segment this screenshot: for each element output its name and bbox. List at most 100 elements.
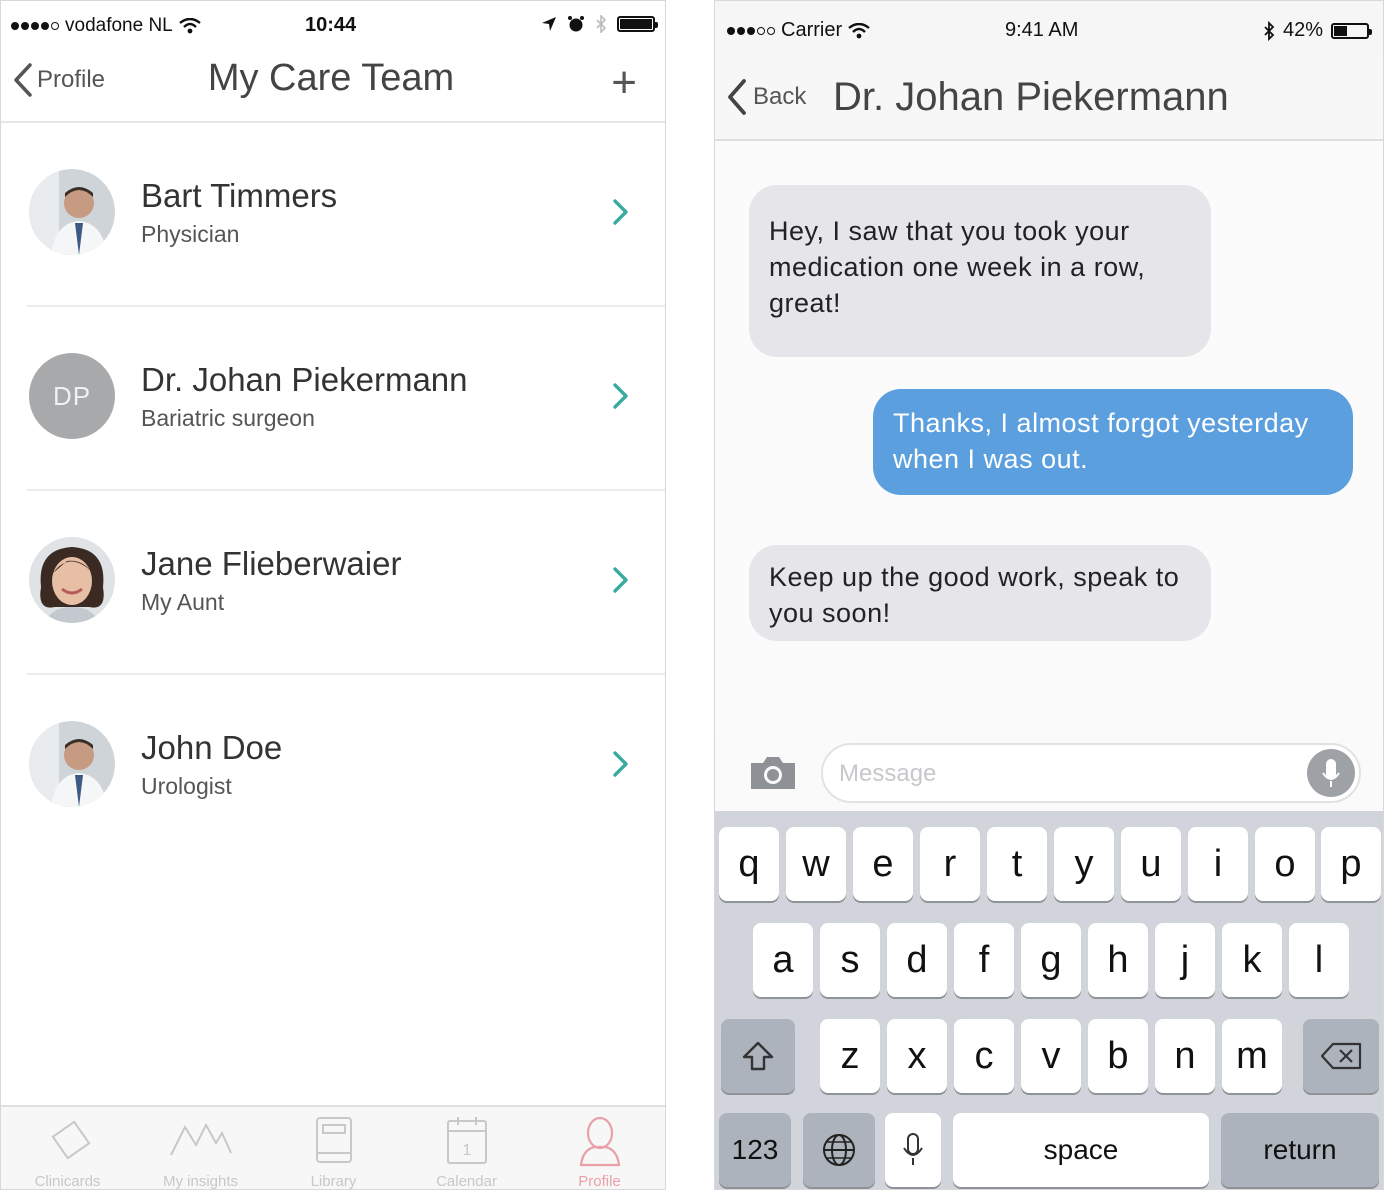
carrier-name: vodafone NL bbox=[65, 15, 173, 36]
status-right-icons: 42% bbox=[1263, 19, 1372, 42]
back-button-label: Back bbox=[753, 83, 807, 110]
battery-icon bbox=[1331, 22, 1372, 39]
contact-name: Dr. Johan Piekermann bbox=[141, 361, 468, 398]
chat-screen: Carrier 9:41 AM 42% Back Dr. Johan Pieke… bbox=[714, 0, 1384, 1190]
key-l[interactable]: l bbox=[1289, 923, 1349, 997]
contact-row-bart-timmers[interactable]: Bart Timmers Physician bbox=[1, 123, 665, 307]
key-q[interactable]: q bbox=[719, 827, 779, 901]
care-team-screen: vodafone NL 10:44 Profile My Care Team + bbox=[0, 0, 666, 1190]
tab-library[interactable]: Library bbox=[267, 1107, 400, 1189]
numbers-key[interactable]: 123 bbox=[719, 1113, 791, 1187]
globe-key[interactable] bbox=[803, 1113, 875, 1187]
key-u[interactable]: u bbox=[1121, 827, 1181, 901]
avatar bbox=[29, 721, 115, 807]
key-t[interactable]: t bbox=[987, 827, 1047, 901]
key-y[interactable]: y bbox=[1054, 827, 1114, 901]
person-icon bbox=[579, 1116, 620, 1167]
shift-key[interactable] bbox=[721, 1019, 795, 1093]
contact-name: Bart Timmers bbox=[141, 177, 338, 214]
tab-label: My insights bbox=[162, 1173, 239, 1190]
status-bar: vodafone NL 10:44 bbox=[1, 1, 665, 47]
message-input[interactable] bbox=[839, 757, 1279, 791]
chevron-right-icon bbox=[613, 567, 628, 593]
key-i[interactable]: i bbox=[1188, 827, 1248, 901]
key-h[interactable]: h bbox=[1088, 923, 1148, 997]
tab-profile[interactable]: Profile bbox=[533, 1107, 665, 1189]
wifi-icon bbox=[848, 22, 870, 38]
contact-role: Physician bbox=[141, 221, 240, 247]
delete-key[interactable] bbox=[1303, 1019, 1379, 1093]
wifi-icon bbox=[179, 18, 201, 34]
tab-label: Calendar bbox=[436, 1173, 497, 1190]
carrier-name: Carrier bbox=[781, 19, 843, 41]
navigation-bar: Back Dr. Johan Piekermann bbox=[715, 53, 1383, 141]
globe-icon bbox=[823, 1134, 855, 1166]
book-icon bbox=[315, 1117, 352, 1163]
key-o[interactable]: o bbox=[1255, 827, 1315, 901]
key-g[interactable]: g bbox=[1021, 923, 1081, 997]
carrier-info: vodafone NL bbox=[11, 15, 201, 37]
carrier-info: Carrier bbox=[727, 19, 870, 42]
signal-strength-icon bbox=[11, 22, 59, 30]
back-button[interactable]: Back bbox=[727, 79, 806, 115]
status-time: 9:41 AM bbox=[1005, 19, 1079, 41]
navigation-bar: Profile My Care Team + bbox=[1, 47, 665, 123]
key-a[interactable]: a bbox=[753, 923, 813, 997]
avatar bbox=[29, 169, 115, 255]
contact-role: Urologist bbox=[141, 773, 232, 799]
battery-icon bbox=[617, 16, 658, 32]
key-n[interactable]: n bbox=[1155, 1019, 1215, 1093]
page-title: My Care Team bbox=[207, 57, 455, 99]
page-title: Dr. Johan Piekermann bbox=[833, 75, 1229, 119]
microphone-icon bbox=[903, 1133, 923, 1165]
key-z[interactable]: z bbox=[820, 1019, 880, 1093]
add-contact-button[interactable]: + bbox=[611, 61, 637, 105]
contact-row-johan-piekermann[interactable]: DP Dr. Johan Piekermann Bariatric surgeo… bbox=[1, 307, 665, 491]
key-e[interactable]: e bbox=[853, 827, 913, 901]
key-f[interactable]: f bbox=[954, 923, 1014, 997]
message-composer bbox=[715, 735, 1383, 811]
key-j[interactable]: j bbox=[1155, 923, 1215, 997]
contact-row-jane-flieberwaier[interactable]: Jane Flieberwaier My Aunt bbox=[1, 491, 665, 675]
microphone-icon bbox=[1322, 759, 1340, 787]
camera-icon[interactable] bbox=[747, 753, 799, 793]
avatar bbox=[29, 537, 115, 623]
calendar-icon: 1 bbox=[446, 1117, 487, 1164]
tab-clinicards[interactable]: Clinicards bbox=[1, 1107, 134, 1190]
contact-name: Jane Flieberwaier bbox=[141, 545, 402, 582]
key-p[interactable]: p bbox=[1321, 827, 1381, 901]
key-s[interactable]: s bbox=[820, 923, 880, 997]
tab-my-insights[interactable]: My insights bbox=[134, 1107, 267, 1190]
tab-label: Clinicards bbox=[34, 1173, 101, 1190]
message-bubble-incoming: Hey, I saw that you took your medication… bbox=[749, 185, 1211, 357]
key-c[interactable]: c bbox=[954, 1019, 1014, 1093]
avatar-initials: DP bbox=[29, 353, 115, 439]
key-v[interactable]: v bbox=[1021, 1019, 1081, 1093]
keyboard: q w e r t y u i o p a s d f g h j k l z … bbox=[715, 811, 1383, 1189]
bluetooth-icon bbox=[596, 15, 607, 33]
key-k[interactable]: k bbox=[1222, 923, 1282, 997]
key-x[interactable]: x bbox=[887, 1019, 947, 1093]
space-key[interactable]: space bbox=[953, 1113, 1209, 1187]
dictation-key[interactable] bbox=[885, 1113, 941, 1187]
key-m[interactable]: m bbox=[1222, 1019, 1282, 1093]
bluetooth-icon bbox=[1264, 20, 1275, 41]
status-time: 10:44 bbox=[305, 14, 357, 36]
message-thread: Hey, I saw that you took your medication… bbox=[715, 141, 1383, 735]
signal-strength-icon bbox=[727, 26, 775, 35]
svg-text:1: 1 bbox=[462, 1142, 471, 1159]
chevron-right-icon bbox=[613, 751, 628, 777]
key-d[interactable]: d bbox=[887, 923, 947, 997]
key-b[interactable]: b bbox=[1088, 1019, 1148, 1093]
dictation-button[interactable] bbox=[1307, 749, 1355, 797]
return-key[interactable]: return bbox=[1221, 1113, 1379, 1187]
message-bubble-outgoing: Thanks, I almost forgot yesterday when I… bbox=[873, 389, 1353, 495]
backspace-icon bbox=[1320, 1042, 1362, 1070]
key-w[interactable]: w bbox=[786, 827, 846, 901]
key-r[interactable]: r bbox=[920, 827, 980, 901]
contact-row-john-doe[interactable]: John Doe Urologist bbox=[1, 675, 665, 859]
insights-chart-icon bbox=[169, 1122, 232, 1156]
tab-calendar[interactable]: 1 Calendar bbox=[400, 1107, 533, 1190]
status-bar: Carrier 9:41 AM 42% bbox=[715, 1, 1383, 53]
location-arrow-icon bbox=[542, 17, 556, 31]
